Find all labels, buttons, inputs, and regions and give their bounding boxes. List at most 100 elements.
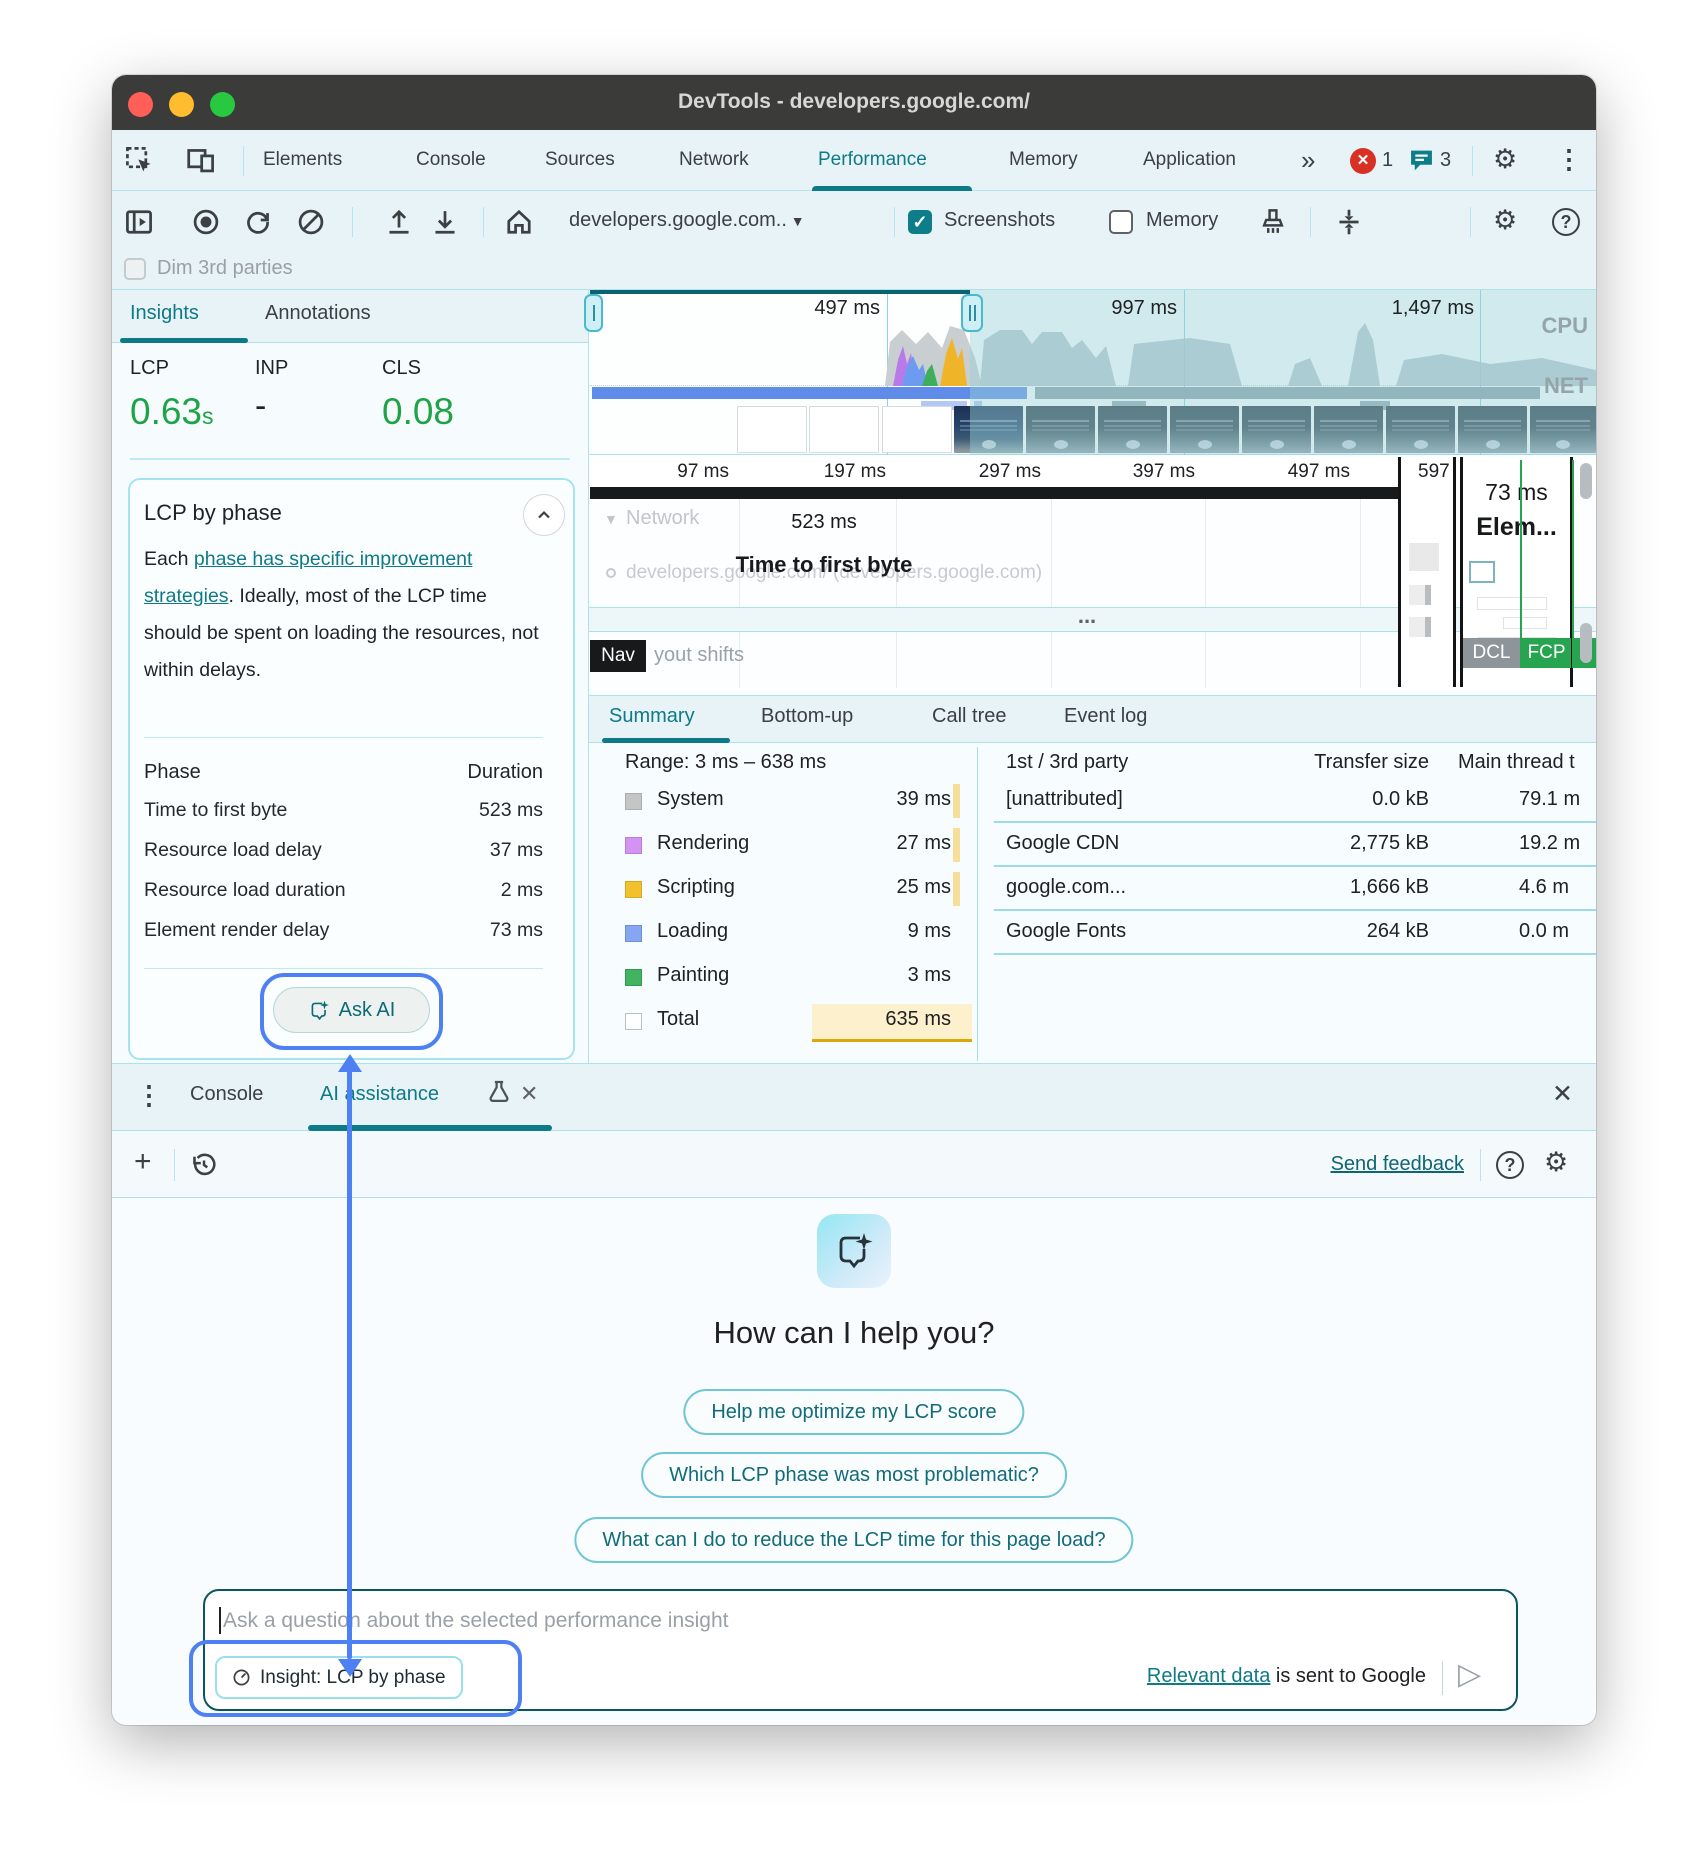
device-toolbar-icon[interactable] [186,145,216,175]
select-caret-icon: ▼ [787,213,805,229]
upload-profile-icon[interactable] [384,207,414,237]
record-icon[interactable] [191,207,221,237]
overlay-column [1398,457,1456,687]
tab-event-log[interactable]: Event log [1064,705,1147,728]
history-icon[interactable] [190,1151,218,1179]
party-header-name[interactable]: 1st / 3rd party [1006,751,1128,774]
error-icon[interactable]: ✕ [1350,148,1376,174]
party-name[interactable]: [unattributed] [1006,788,1123,811]
party-header-size[interactable]: Transfer size [1249,751,1429,774]
suggestion-chip[interactable]: What can I do to reduce the LCP time for… [574,1517,1133,1563]
filmstrip-frame[interactable] [882,406,952,453]
party-size: 2,775 kB [1249,832,1429,855]
ttfb-span-bar [590,487,1398,499]
error-count[interactable]: 1 [1382,149,1393,172]
fcp-marker-badge[interactable]: FCP [1522,638,1571,668]
total-label: Total [657,1008,699,1031]
expander-dots[interactable]: ... [1052,603,1122,629]
request-bullet-icon [606,568,616,578]
drawer-kebab-menu-icon[interactable]: ⋮ [136,1080,162,1111]
send-message-icon[interactable]: ▷ [1458,1657,1481,1692]
axis-tick-hidden: 597 [1418,461,1450,483]
category-value: 25 ms [801,876,951,899]
screenshots-checkbox[interactable]: ✓ [908,210,932,234]
suggestion-chip[interactable]: Which LCP phase was most problematic? [641,1452,1067,1498]
phase-row-value: 2 ms [343,879,543,902]
ai-help-icon[interactable]: ? [1496,1151,1524,1179]
category-name: System [657,788,724,811]
home-icon[interactable] [504,207,534,237]
issue-count[interactable]: 3 [1440,149,1451,172]
new-chat-plus-icon[interactable]: + [134,1145,152,1179]
party-name[interactable]: Google CDN [1006,832,1119,855]
party-name[interactable]: google.com... [1006,876,1126,899]
tab-insights[interactable]: Insights [130,302,199,325]
issues-icon[interactable] [1408,147,1438,177]
filmstrip-frame[interactable] [809,406,879,453]
tab-summary[interactable]: Summary [609,705,695,728]
scrollbar-thumb[interactable] [1580,623,1592,663]
party-name[interactable]: Google Fonts [1006,920,1126,943]
ai-settings-gear-icon[interactable]: ⚙ [1544,1147,1568,1178]
tab-call-tree[interactable]: Call tree [932,705,1006,728]
download-profile-icon[interactable] [430,207,460,237]
ai-spark-bubble-icon [834,1231,874,1271]
history-select[interactable]: developers.google.com.. ▼ [569,209,805,232]
send-feedback-link[interactable]: Send feedback [1272,1153,1464,1176]
selection-handle-right[interactable] [961,294,983,332]
tab-application[interactable]: Application [1143,130,1236,190]
insight-chip-highlight-ring [189,1640,522,1717]
close-ai-tab-icon[interactable]: ✕ [520,1081,538,1107]
tab-sources[interactable]: Sources [545,130,615,190]
layout-shifts-label[interactable]: yout shifts [654,644,744,667]
kebab-menu-icon[interactable]: ⋮ [1556,144,1582,175]
ttfb-overlay-label: Time to first byte [644,552,1004,578]
memory-checkbox[interactable] [1109,210,1133,234]
tab-memory[interactable]: Memory [1009,130,1078,190]
garbage-collect-icon[interactable] [1258,207,1288,237]
tab-performance[interactable]: Performance [818,130,927,190]
ai-assistant-icon [817,1214,891,1288]
category-value: 3 ms [801,964,951,987]
memory-label[interactable]: Memory [1146,209,1218,232]
reload-record-icon[interactable] [243,207,273,237]
clear-icon[interactable] [296,207,326,237]
capture-settings-gear-icon[interactable]: ⚙ [1493,205,1517,236]
phase-header: Phase [144,761,201,784]
inspect-element-icon[interactable] [124,145,154,175]
close-drawer-icon[interactable]: ✕ [1552,1079,1573,1109]
phase-row-name: Resource load delay [144,839,322,862]
dim-3rd-parties-checkbox[interactable] [124,258,146,280]
tab-elements[interactable]: Elements [263,130,342,190]
collapse-card-button[interactable] [523,494,565,536]
annotation-arrow-line [347,1070,352,1659]
drawer-tab-ai-assistance[interactable]: AI assistance [320,1083,439,1106]
collapse-triangle-icon[interactable]: ▼ [604,511,618,527]
category-value: 27 ms [801,832,951,855]
party-size: 1,666 kB [1249,876,1429,899]
tab-annotations[interactable]: Annotations [265,302,371,325]
dim-row: Dim 3rd parties [112,252,1596,290]
category-name: Loading [657,920,728,943]
dcl-marker-badge[interactable]: DCL [1463,638,1520,668]
help-icon[interactable]: ? [1552,208,1580,236]
tab-network[interactable]: Network [679,130,749,190]
settings-gear-icon[interactable]: ⚙ [1493,144,1517,175]
relevant-data-link[interactable]: Relevant data [1147,1665,1270,1687]
tab-bottom-up[interactable]: Bottom-up [761,705,853,728]
screenshots-label[interactable]: Screenshots [944,209,1055,232]
scrollbar-thumb[interactable] [1580,463,1592,499]
dock-panel-icon[interactable] [124,207,154,237]
party-header-thread[interactable]: Main thread t [1458,751,1596,774]
selection-handle-left[interactable] [584,294,603,332]
more-tabs-icon[interactable]: » [1301,130,1315,190]
drawer-tab-console[interactable]: Console [190,1083,263,1106]
collapse-sections-icon[interactable] [1334,207,1364,237]
filmstrip-frame[interactable] [737,406,807,453]
ai-chat-input[interactable]: Ask a question about the selected perfor… [219,1607,728,1634]
net-track-label: NET [1506,373,1588,399]
tab-console[interactable]: Console [416,130,486,190]
suggestion-chip[interactable]: Help me optimize my LCP score [683,1389,1024,1435]
phase-row-name: Element render delay [144,919,329,942]
ai-heading: How can I help you? [112,1315,1596,1351]
